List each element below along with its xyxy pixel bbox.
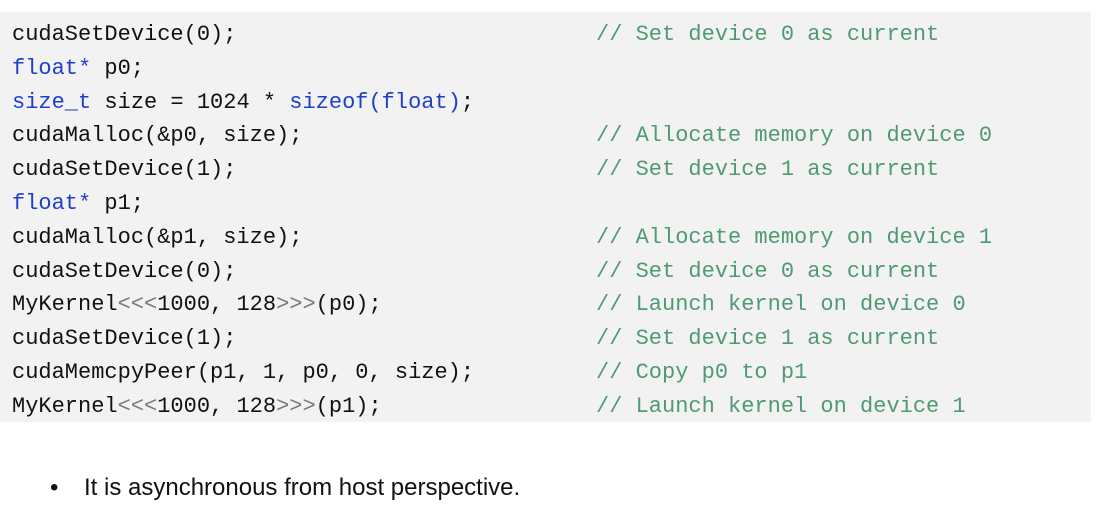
code-text: MyKernel xyxy=(12,292,118,318)
code-text: cudaSetDevice(0); xyxy=(12,258,237,284)
code-statement: cudaSetDevice(1); xyxy=(12,153,236,187)
bullet-text: It is asynchronous from host perspective… xyxy=(84,474,521,501)
code-operator: >>> xyxy=(276,393,316,419)
code-keyword: float* xyxy=(12,190,92,216)
bullet-marker: • xyxy=(50,474,59,501)
code-text: (p0); xyxy=(315,292,382,318)
code-block: cudaSetDevice(0); // Set device 0 as curr… xyxy=(0,12,1091,422)
code-line: cudaSetDevice(0); // Set device 0 as curr… xyxy=(0,18,1091,52)
code-line: cudaMalloc(&p1, size); // Allocate memory… xyxy=(0,221,1091,255)
code-text: 1000, 128 xyxy=(157,393,277,419)
code-comment: // Launch kernel on device 0 xyxy=(596,292,966,318)
code-line: MyKernel<<<1000, 128>>>(p1); // Launch ke… xyxy=(0,390,1091,424)
code-line: cudaMalloc(&p0, size); // Allocate memory… xyxy=(0,119,1091,153)
code-line: cudaSetDevice(0); // Set device 0 as curr… xyxy=(0,255,1091,289)
code-keyword: float* xyxy=(12,55,92,81)
code-statement: MyKernel<<<1000, 128>>>(p1); xyxy=(12,390,382,424)
code-statement: cudaMemcpyPeer(p1, 1, p0, 0, size); xyxy=(12,356,474,390)
code-operator: <<< xyxy=(117,393,158,419)
code-line: cudaSetDevice(1); // Set device 1 as curr… xyxy=(0,322,1091,356)
code-operator: >>> xyxy=(276,292,316,318)
code-text: (p1); xyxy=(315,393,382,419)
code-keyword: size_t xyxy=(12,89,92,115)
code-comment: // Set device 1 as current xyxy=(596,157,940,183)
code-statement: cudaSetDevice(1); xyxy=(12,322,236,356)
code-line: cudaSetDevice(1); // Set device 1 as curr… xyxy=(0,153,1091,187)
code-text: p0; xyxy=(91,55,145,81)
code-text: p1; xyxy=(91,190,145,216)
code-line: float* p1; xyxy=(0,187,1091,221)
code-text: cudaSetDevice(1); xyxy=(12,157,237,183)
code-line: cudaMemcpyPeer(p1, 1, p0, 0, size); // Co… xyxy=(0,356,1091,390)
code-statement: float* p0; xyxy=(12,52,144,86)
code-statement: MyKernel<<<1000, 128>>>(p0); xyxy=(12,288,382,322)
code-comment: // Allocate memory on device 0 xyxy=(596,123,993,149)
code-statement: cudaSetDevice(0); xyxy=(12,255,236,289)
code-comment: // Copy p0 to p1 xyxy=(596,359,808,385)
code-text: ; xyxy=(460,89,475,115)
code-statement: size_t size = 1024 * sizeof(float); xyxy=(12,86,474,120)
code-statement: cudaMalloc(&p1, size); xyxy=(12,221,302,255)
code-comment: // Set device 0 as current xyxy=(596,258,940,284)
code-keyword: sizeof(float) xyxy=(289,89,461,115)
code-comment: // Launch kernel on device 1 xyxy=(596,393,966,419)
code-comment: // Allocate memory on device 1 xyxy=(596,224,993,250)
code-text: cudaSetDevice(1); xyxy=(12,326,237,352)
code-operator: <<< xyxy=(117,292,158,318)
code-statement: cudaMalloc(&p0, size); xyxy=(12,119,302,153)
code-statement: cudaSetDevice(0); xyxy=(12,18,236,52)
code-text: 1000, 128 xyxy=(157,292,277,318)
code-comment: // Set device 1 as current xyxy=(596,326,940,352)
bullet-item: • It is asynchronous from host perspectiv… xyxy=(50,472,520,504)
code-line: MyKernel<<<1000, 128>>>(p0); // Launch ke… xyxy=(0,288,1091,322)
code-statement: float* p1; xyxy=(12,187,144,221)
code-text: cudaMemcpyPeer(p1, 1, p0, 0, size); xyxy=(12,359,475,385)
code-text: MyKernel xyxy=(12,393,118,419)
code-text: cudaSetDevice(0); xyxy=(12,22,237,47)
code-text: cudaMalloc(&p1, size); xyxy=(12,224,303,250)
code-comment: // Set device 0 as current xyxy=(596,22,940,47)
code-line: float* p0; xyxy=(0,52,1091,86)
code-line: size_t size = 1024 * sizeof(float); xyxy=(0,86,1091,120)
code-text: cudaMalloc(&p0, size); xyxy=(12,123,303,149)
code-text: size = 1024 * xyxy=(91,89,290,115)
